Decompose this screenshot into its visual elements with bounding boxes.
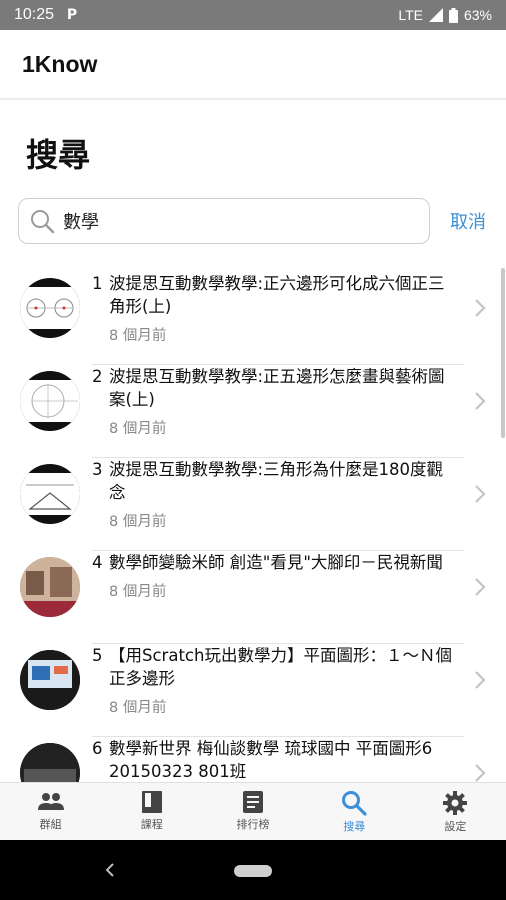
video-thumbnail (20, 743, 80, 782)
results-list: 1 波提思互動數學教學:正六邊形可化成六個正三角形(上) 8 個月前 2 波提思… (0, 262, 506, 782)
item-title-line: 2 波提思互動數學教學:正五邊形怎麼畫與藝術圖案(上) (92, 365, 464, 411)
status-right: LTE 63% (398, 7, 492, 23)
item-number: 3 (92, 460, 103, 479)
status-time: 10:25 (14, 6, 55, 23)
news-photo-image (20, 557, 80, 617)
item-number: 2 (92, 367, 103, 386)
item-title: 波提思互動數學教學:正六邊形可化成六個正三角形(上) (109, 274, 445, 316)
cancel-button[interactable]: 取消 (450, 208, 486, 234)
item-title-line: 3 波提思互動數學教學:三角形為什麼是180度觀念 (92, 458, 464, 504)
item-title: 數學新世界 梅仙談數學 琉球國中 平面圖形6 20150323 801班 (109, 739, 433, 781)
thumbnail-frame (20, 287, 80, 329)
item-time: 8 個月前 (109, 514, 167, 530)
nav-item-ranking[interactable]: 排行榜 (202, 783, 303, 840)
list-item-body: 1 波提思互動數學教學:正六邊形可化成六個正三角形(上) 8 個月前 (92, 272, 464, 365)
network-label: LTE (398, 7, 423, 23)
nav-item-settings[interactable]: 設定 (405, 783, 506, 840)
battery-icon (448, 7, 458, 23)
signal-icon (428, 8, 443, 22)
list-item-body: 6 數學新世界 梅仙談數學 琉球國中 平面圖形6 20150323 801班 (92, 737, 464, 782)
item-number: 1 (92, 274, 103, 293)
system-nav-bar (0, 840, 506, 900)
search-icon (342, 791, 367, 816)
list-item[interactable]: 2 波提思互動數學教學:正五邊形怎麼畫與藝術圖案(上) 8 個月前 (0, 355, 506, 458)
classroom-photo-image (20, 743, 80, 782)
search-box[interactable] (18, 198, 430, 244)
item-number: 4 (92, 553, 103, 572)
search-row: 取消 (18, 198, 488, 244)
chevron-right-icon (475, 671, 486, 689)
video-thumbnail (20, 278, 80, 338)
notification-icon: P (66, 7, 78, 23)
nav-item-groups[interactable]: 群組 (0, 783, 101, 840)
video-thumbnail (20, 464, 80, 524)
item-title-line: 1 波提思互動數學教學:正六邊形可化成六個正三角形(上) (92, 272, 464, 318)
nav-item-courses[interactable]: 課程 (101, 783, 202, 840)
list-item[interactable]: 6 數學新世界 梅仙談數學 琉球國中 平面圖形6 20150323 801班 (0, 727, 506, 782)
video-thumbnail (20, 557, 80, 617)
list-item-body: 2 波提思互動數學教學:正五邊形怎麼畫與藝術圖案(上) 8 個月前 (92, 365, 464, 458)
nav-label: 群組 (39, 818, 62, 831)
gear-icon (443, 791, 468, 815)
app-bar: 1Know (0, 30, 506, 100)
item-title-line: 5 【用Scratch玩出數學力】平面圖形：１～Ｎ個正多邊形 (92, 644, 464, 690)
list-item[interactable]: 5 【用Scratch玩出數學力】平面圖形：１～Ｎ個正多邊形 8 個月前 (0, 634, 506, 737)
list-item[interactable]: 3 波提思互動數學教學:三角形為什麼是180度觀念 8 個月前 (0, 448, 506, 551)
nav-label: 課程 (140, 818, 163, 831)
chevron-right-icon (475, 578, 486, 596)
chevron-right-icon (475, 485, 486, 503)
triangle-diagram-image (26, 484, 74, 510)
bottom-nav: 群組 課程 排行榜 搜尋 設定 (0, 782, 506, 840)
page-title: 搜尋 (26, 136, 91, 174)
chevron-right-icon (475, 764, 486, 782)
video-thumbnail (20, 371, 80, 431)
battery-label: 63% (463, 7, 492, 23)
list-item-body: 4 數學師變驗米師 創造"看見"大腳印－民視新聞 8 個月前 (92, 551, 464, 644)
book-icon (141, 791, 162, 813)
nav-label: 排行榜 (236, 818, 270, 831)
item-title-line: 4 數學師變驗米師 創造"看見"大腳印－民視新聞 (92, 551, 464, 574)
scratch-photo-image (20, 650, 80, 710)
hexagon-diagram-image (26, 298, 74, 318)
item-number: 6 (92, 739, 103, 758)
item-time: 8 個月前 (109, 700, 167, 716)
item-title: 【用Scratch玩出數學力】平面圖形：１～Ｎ個正多邊形 (109, 646, 452, 688)
chevron-right-icon (475, 392, 486, 410)
nav-item-search[interactable]: 搜尋 (304, 783, 405, 840)
nav-label: 搜尋 (343, 820, 366, 833)
home-button[interactable] (234, 865, 272, 877)
search-input[interactable] (63, 210, 403, 232)
list-icon (243, 791, 263, 813)
list-item-body: 3 波提思互動數學教學:三角形為什麼是180度觀念 8 個月前 (92, 458, 464, 551)
search-icon (31, 210, 55, 234)
thumbnail-frame (20, 473, 80, 515)
nav-label: 設定 (444, 820, 467, 833)
back-icon[interactable] (104, 862, 116, 878)
list-item-body: 5 【用Scratch玩出數學力】平面圖形：１～Ｎ個正多邊形 8 個月前 (92, 644, 464, 737)
list-item[interactable]: 4 數學師變驗米師 創造"看見"大腳印－民視新聞 8 個月前 (0, 541, 506, 644)
pentagon-diagram-image (31, 384, 78, 418)
item-title: 波提思互動數學教學:三角形為什麼是180度觀念 (109, 460, 444, 502)
video-thumbnail (20, 650, 80, 710)
thumbnail-frame (20, 380, 80, 422)
item-title-line: 6 數學新世界 梅仙談數學 琉球國中 平面圖形6 20150323 801班 (92, 737, 464, 782)
app-title: 1Know (22, 50, 98, 77)
chevron-right-icon (475, 299, 486, 317)
item-time: 8 個月前 (109, 584, 167, 600)
group-icon (37, 793, 64, 810)
item-title: 波提思互動數學教學:正五邊形怎麼畫與藝術圖案(上) (109, 367, 445, 409)
list-item[interactable]: 1 波提思互動數學教學:正六邊形可化成六個正三角形(上) 8 個月前 (0, 262, 506, 365)
status-bar: 10:25 P LTE 63% (0, 0, 506, 30)
item-title: 數學師變驗米師 創造"看見"大腳印－民視新聞 (109, 553, 443, 572)
item-time: 8 個月前 (109, 328, 167, 344)
item-number: 5 (92, 646, 103, 665)
scrollbar[interactable] (501, 268, 505, 438)
item-time: 8 個月前 (109, 421, 167, 437)
